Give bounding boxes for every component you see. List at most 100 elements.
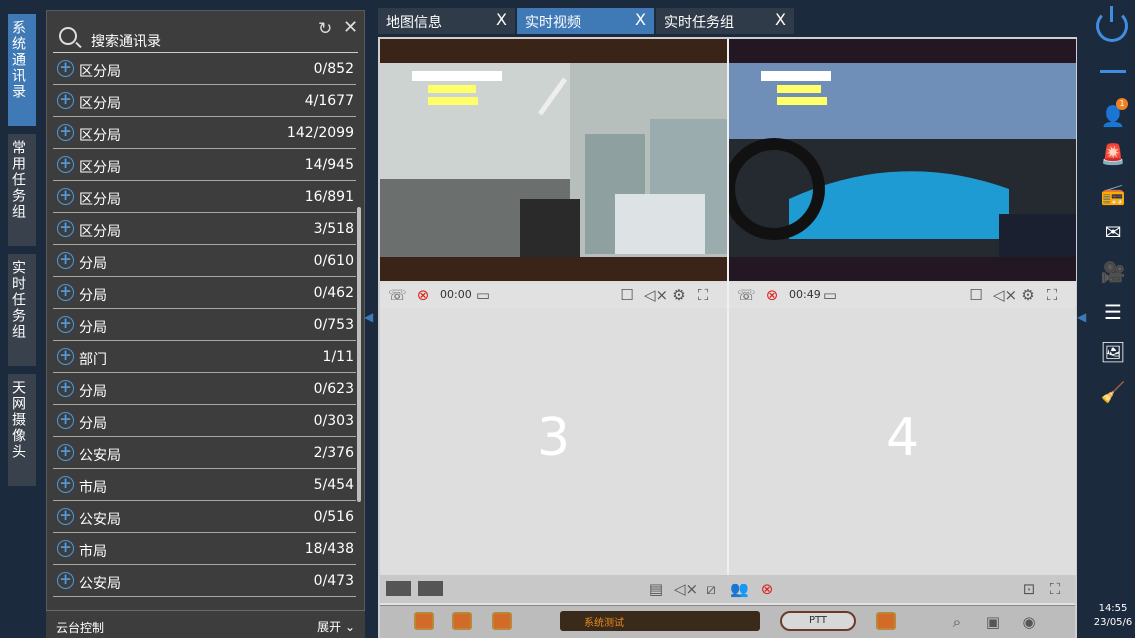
list-item[interactable]: + 市局 5/454 <box>53 469 356 501</box>
fullscreen-icon[interactable]: ⛶ <box>694 286 712 304</box>
expand-plus-icon[interactable]: + <box>57 284 74 301</box>
search-bar[interactable]: 搜索通讯录 ↻ ✕ <box>53 11 358 53</box>
list-item[interactable]: + 分局 0/610 <box>53 245 356 277</box>
close-icon[interactable]: X <box>496 10 507 29</box>
mute-icon[interactable]: ◁× <box>644 286 668 304</box>
list-item[interactable]: + 公安局 0/516 <box>53 501 356 533</box>
vtab-system-contacts[interactable]: 系统通讯录 <box>8 14 36 126</box>
close-icon[interactable]: X <box>775 10 786 29</box>
camera-icon[interactable] <box>492 612 512 630</box>
group-icon[interactable]: 👥 <box>730 580 749 598</box>
expand-plus-icon[interactable]: + <box>57 412 74 429</box>
radio-icon[interactable]: 📻 <box>1099 182 1127 206</box>
settings-list-icon[interactable]: ☰ <box>1099 300 1127 324</box>
document-icon[interactable]: ▤ <box>647 580 665 598</box>
mute-all-icon[interactable]: ◁× <box>674 580 698 598</box>
list-item[interactable]: + 分局 0/303 <box>53 405 356 437</box>
vtab-skynet-cameras[interactable]: 天网摄像头 <box>8 374 36 486</box>
tab-realtime-task-group[interactable]: 实时任务组 X <box>656 8 794 34</box>
expand-plus-icon[interactable]: + <box>57 380 74 397</box>
expand-plus-icon[interactable]: + <box>57 316 74 333</box>
video-cell-4[interactable]: 4 <box>729 308 1076 575</box>
minimize-icon[interactable] <box>1100 70 1126 73</box>
video-cell-3[interactable]: 3 <box>380 308 727 575</box>
no-video-icon[interactable]: ⧄ <box>702 580 720 598</box>
video-cell-2[interactable]: ☏ ⊗ 00:49 ▭ ☐ ◁× ⚙ ⛶ <box>729 39 1076 307</box>
message-icon[interactable]: ▭ <box>474 286 492 304</box>
ptz-control-bar[interactable]: 云台控制 展开 ⌄ <box>46 610 365 638</box>
grid-layout-icon[interactable] <box>418 581 443 596</box>
list-item[interactable]: + 部门 1/11 <box>53 341 356 373</box>
expand-button[interactable]: 展开 ⌄ <box>317 618 355 635</box>
list-item[interactable]: + 分局 0/462 <box>53 277 356 309</box>
alarm-icon[interactable]: 🚨 <box>1099 142 1127 166</box>
list-item[interactable]: + 分局 0/753 <box>53 309 356 341</box>
expand-plus-icon[interactable]: + <box>57 572 74 589</box>
mail-icon[interactable]: ✉ <box>1099 220 1127 244</box>
collapse-right-arrow-icon[interactable]: ◀ <box>1077 310 1091 370</box>
list-item[interactable]: + 分局 0/623 <box>53 373 356 405</box>
notification-badge: 1 <box>1116 98 1128 110</box>
whatsapp-call-icon[interactable]: ☏ <box>388 286 407 304</box>
scrollbar[interactable] <box>357 207 361 502</box>
expand-plus-icon[interactable]: + <box>57 348 74 365</box>
image-icon[interactable]: 🖼 <box>1099 340 1127 364</box>
expand-plus-icon[interactable]: + <box>57 540 74 557</box>
split-view-icon[interactable]: ⊡ <box>1020 580 1038 598</box>
whatsapp-call-icon[interactable]: ☏ <box>737 286 756 304</box>
power-icon[interactable] <box>1096 6 1128 42</box>
ptt-button[interactable]: PTT <box>780 611 856 631</box>
message-icon[interactable]: ▭ <box>821 286 839 304</box>
settings-icon[interactable]: ⚙ <box>1019 286 1037 304</box>
search-doc-icon[interactable]: ⌕ <box>948 613 966 631</box>
video-camera-icon[interactable]: 🎥 <box>1099 260 1127 284</box>
vtab-common-task-groups[interactable]: 常用任务组 <box>8 134 36 246</box>
hangup-all-icon[interactable]: ⊗ <box>758 580 776 598</box>
expand-plus-icon[interactable]: + <box>57 476 74 493</box>
collapse-left-arrow-icon[interactable]: ◀ <box>364 310 378 370</box>
list-item[interactable]: + 区分局 142/2099 <box>53 117 356 149</box>
fullscreen-icon[interactable]: ⛶ <box>1043 286 1061 304</box>
list-item[interactable]: + 区分局 16/891 <box>53 181 356 213</box>
search-icon[interactable] <box>59 27 77 45</box>
expand-plus-icon[interactable]: + <box>57 252 74 269</box>
list-item[interactable]: + 区分局 0/852 <box>53 53 356 85</box>
vtab-label: 天网摄像头 <box>10 380 26 460</box>
checkbox-icon[interactable]: ☐ <box>618 286 636 304</box>
hangup-icon[interactable]: ⊗ <box>763 286 781 304</box>
expand-plus-icon[interactable]: + <box>57 220 74 237</box>
expand-plus-icon[interactable]: + <box>57 508 74 525</box>
record-icon[interactable] <box>414 612 434 630</box>
close-icon[interactable]: ✕ <box>343 17 358 38</box>
video-cell-1[interactable]: ☏ ⊗ 00:00 ▭ ☐ ◁× ⚙ ⛶ <box>380 39 727 307</box>
fullscreen-icon[interactable]: ⛶ <box>1046 580 1064 598</box>
list-item[interactable]: + 公安局 2/376 <box>53 437 356 469</box>
speaker-icon[interactable] <box>876 612 896 630</box>
camera-settings-icon[interactable]: ◉ <box>1020 613 1038 631</box>
expand-plus-icon[interactable]: + <box>57 156 74 173</box>
search-input[interactable]: 搜索通讯录 <box>91 31 161 51</box>
list-item[interactable]: + 区分局 3/518 <box>53 213 356 245</box>
close-icon[interactable]: X <box>635 10 646 29</box>
expand-plus-icon[interactable]: + <box>57 92 74 109</box>
grid-layout-icon[interactable] <box>386 581 411 596</box>
refresh-icon[interactable]: ↻ <box>318 19 332 39</box>
checkbox-icon[interactable]: ☐ <box>967 286 985 304</box>
settings-icon[interactable]: ⚙ <box>670 286 688 304</box>
broom-icon[interactable]: 🧹 <box>1099 380 1127 404</box>
list-item[interactable]: + 公安局 0/473 <box>53 565 356 597</box>
expand-plus-icon[interactable]: + <box>57 188 74 205</box>
list-item[interactable]: + 区分局 4/1677 <box>53 85 356 117</box>
tab-map-info[interactable]: 地图信息 X <box>378 8 515 34</box>
expand-plus-icon[interactable]: + <box>57 444 74 461</box>
list-item[interactable]: + 市局 18/438 <box>53 533 356 565</box>
expand-plus-icon[interactable]: + <box>57 124 74 141</box>
mute-icon[interactable]: ◁× <box>993 286 1017 304</box>
list-item[interactable]: + 区分局 14/945 <box>53 149 356 181</box>
folder-icon[interactable] <box>452 612 472 630</box>
tab-live-video[interactable]: 实时视频 X <box>517 8 654 34</box>
window-icon[interactable]: ▣ <box>984 613 1002 631</box>
expand-plus-icon[interactable]: + <box>57 60 74 77</box>
vtab-realtime-task-groups[interactable]: 实时任务组 <box>8 254 36 366</box>
hangup-icon[interactable]: ⊗ <box>414 286 432 304</box>
